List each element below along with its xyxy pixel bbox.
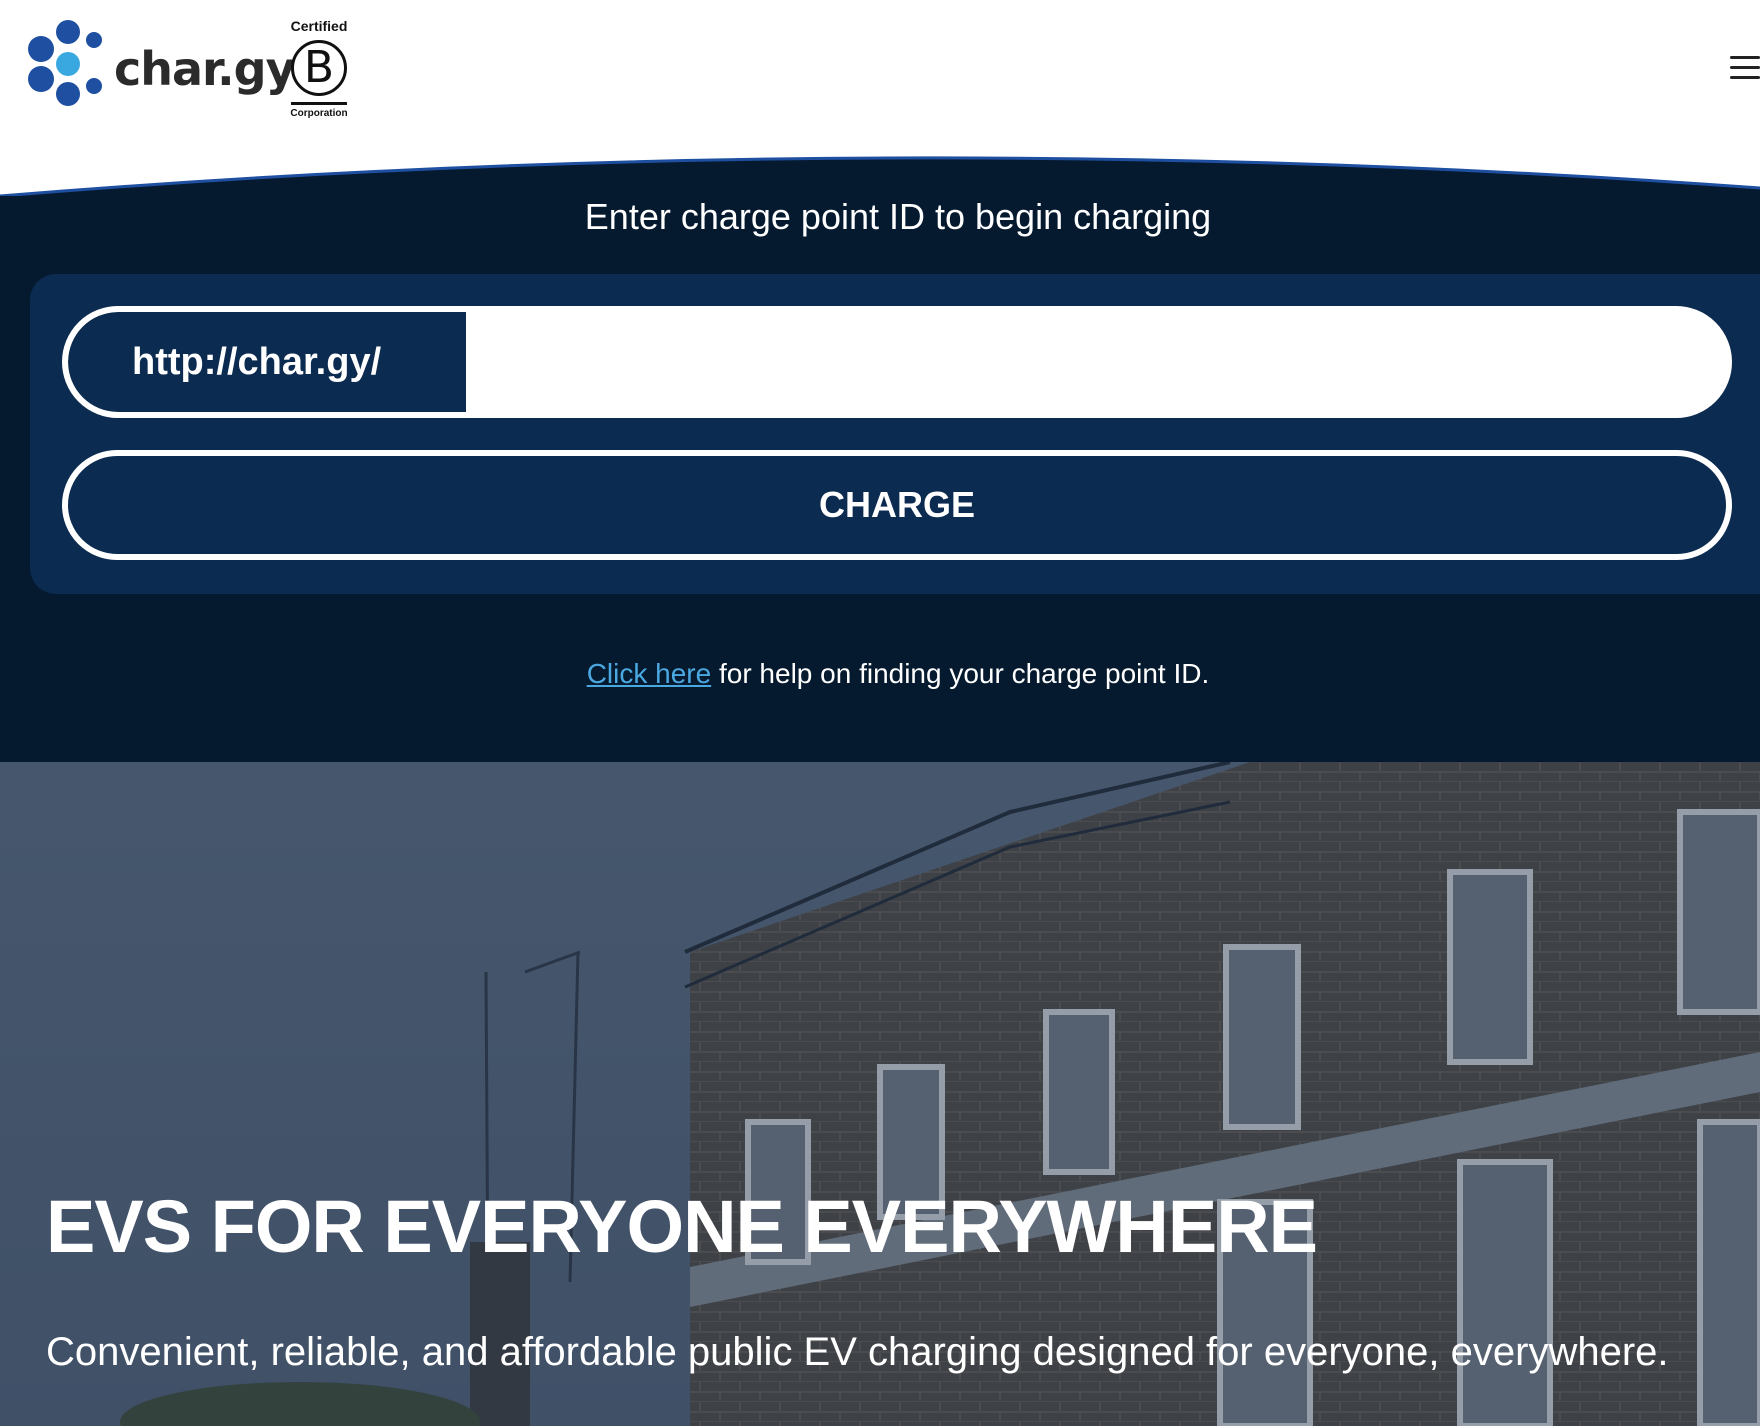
bcorp-letter: B [291,40,347,96]
logo-dots-icon [26,18,122,122]
bcorp-bottom-label: Corporation [290,108,348,119]
logo-text: char.gy [114,42,296,96]
hero-banner: EVS FOR EVERYONE EVERYWHERE Convenient, … [0,762,1760,1426]
hero-title: EVS FOR EVERYONE EVERYWHERE [46,1185,1318,1268]
hamburger-menu-icon[interactable] [1722,50,1760,86]
bcorp-badge: Certified B Corporation [286,18,352,122]
charge-point-id-input[interactable] [466,312,1726,412]
charge-section: Enter charge point ID to begin charging … [0,196,1760,762]
bcorp-top-label: Certified [290,18,348,34]
charge-point-id-field: http://char.gy/ [62,306,1732,418]
bcorp-divider [291,102,347,105]
hero-overlay [0,762,1760,1426]
charge-title: Enter charge point ID to begin charging [584,196,1212,237]
help-text-body: for help on finding your charge point ID… [711,658,1210,689]
url-prefix: http://char.gy/ [68,312,466,412]
charge-panel: http://char.gy/ CHARGE [30,274,1760,594]
help-text: Click here for help on finding your char… [0,658,1760,690]
charge-button[interactable]: CHARGE [62,450,1732,560]
chargy-logo[interactable]: char.gy [26,18,296,122]
hero-subtitle: Convenient, reliable, and affordable pub… [46,1330,1669,1374]
help-link[interactable]: Click here [587,658,711,689]
